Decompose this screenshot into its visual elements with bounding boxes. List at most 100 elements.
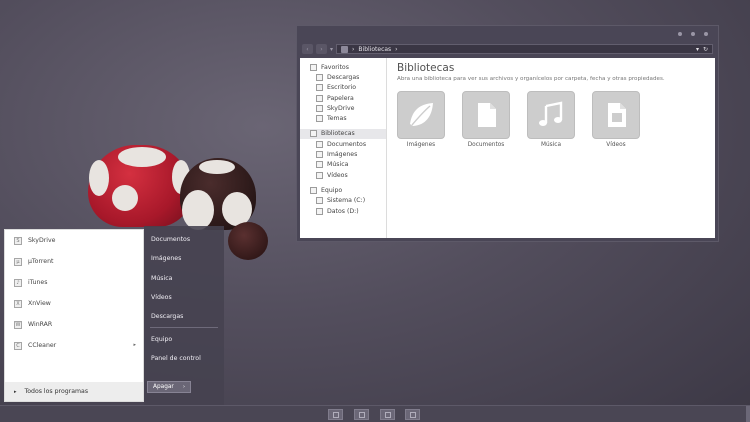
submenu-arrow-icon: ▸ bbox=[133, 342, 136, 348]
nav-item-skydrive[interactable]: SkyDrive bbox=[300, 103, 386, 113]
divider bbox=[150, 327, 218, 329]
all-programs-button[interactable]: ▸ Todos los programas bbox=[5, 382, 143, 401]
taskbar-explorer-button[interactable] bbox=[354, 409, 369, 420]
program-ccleaner[interactable]: C CCleaner ▸ bbox=[5, 335, 143, 356]
place-musica[interactable]: Música bbox=[144, 269, 224, 288]
app-icon bbox=[384, 411, 391, 418]
cloud-icon bbox=[316, 104, 323, 112]
leaf-image-icon bbox=[397, 91, 445, 139]
start-icon bbox=[332, 411, 339, 418]
history-chevron-icon[interactable]: ▾ bbox=[330, 46, 333, 53]
navigation-bar: ‹ › ▾ › Bibliotecas › ▾ ↻ bbox=[297, 42, 718, 56]
program-utorrent[interactable]: µ µTorrent bbox=[5, 251, 143, 272]
place-imagenes[interactable]: Imágenes bbox=[144, 249, 224, 268]
nav-item-imagenes[interactable]: Imágenes bbox=[300, 149, 386, 159]
themes-icon bbox=[316, 115, 323, 123]
nav-item-documentos[interactable]: Documentos bbox=[300, 139, 386, 149]
library-music[interactable]: Música bbox=[527, 91, 575, 148]
start-places-panel: Documentos Imágenes Música Vídeos Descar… bbox=[144, 226, 224, 405]
title-bar[interactable] bbox=[297, 26, 718, 42]
taskbar-start-button[interactable] bbox=[328, 409, 343, 420]
nav-item-descargas[interactable]: Descargas bbox=[300, 72, 386, 82]
place-descargas[interactable]: Descargas bbox=[144, 307, 224, 326]
content-pane: Bibliotecas Abra una biblioteca para ver… bbox=[387, 58, 715, 238]
ccleaner-icon: C bbox=[14, 341, 22, 350]
mushroom-spot bbox=[112, 185, 138, 211]
dark-ball bbox=[228, 222, 268, 260]
music-note-icon bbox=[527, 91, 575, 139]
library-documents[interactable]: Documentos bbox=[462, 91, 510, 148]
shutdown-button[interactable]: Apagar › bbox=[147, 381, 191, 393]
mushroom-spot bbox=[118, 147, 166, 167]
desktop-icon bbox=[316, 84, 323, 92]
nav-item-temas[interactable]: Temas bbox=[300, 113, 386, 123]
taskbar-media-button[interactable] bbox=[405, 409, 420, 420]
drive-icon bbox=[316, 197, 323, 205]
breadcrumb-separator-icon: › bbox=[395, 45, 398, 53]
start-menu: S SkyDrive µ µTorrent ♪ iTunes X XnView W Win… bbox=[2, 226, 224, 405]
navigation-pane: Favoritos Descargas Escritorio Papelera … bbox=[300, 58, 387, 238]
explorer-window[interactable]: ‹ › ▾ › Bibliotecas › ▾ ↻ Favoritos Desc… bbox=[296, 25, 719, 242]
library-icon bbox=[310, 130, 317, 138]
nav-libraries[interactable]: Bibliotecas bbox=[300, 128, 386, 140]
nav-favorites[interactable]: Favoritos bbox=[300, 62, 386, 72]
start-programs-panel: S SkyDrive µ µTorrent ♪ iTunes X XnView W Win… bbox=[4, 229, 144, 402]
nav-item-drive-d[interactable]: Datos (D:) bbox=[300, 206, 386, 216]
video-icon bbox=[316, 171, 323, 179]
winrar-icon: W bbox=[14, 320, 22, 329]
nav-computer[interactable]: Equipo bbox=[300, 185, 386, 195]
music-icon bbox=[316, 161, 323, 169]
nav-item-videos[interactable]: Vídeos bbox=[300, 170, 386, 180]
drive-icon bbox=[316, 207, 323, 215]
arrow-right-icon[interactable]: › bbox=[183, 384, 185, 390]
film-icon bbox=[592, 91, 640, 139]
library-images[interactable]: Imágenes bbox=[397, 91, 445, 148]
place-equipo[interactable]: Equipo bbox=[144, 329, 224, 348]
minimize-button[interactable] bbox=[678, 32, 682, 36]
nav-item-musica[interactable]: Música bbox=[300, 160, 386, 170]
place-videos[interactable]: Vídeos bbox=[144, 288, 224, 307]
itunes-icon: ♪ bbox=[14, 278, 22, 287]
nav-item-drive-c[interactable]: Sistema (C:) bbox=[300, 196, 386, 206]
library-grid: Imágenes Documentos Música Vídeos bbox=[397, 91, 705, 148]
maximize-button[interactable] bbox=[691, 32, 695, 36]
taskbar-app-button[interactable] bbox=[380, 409, 395, 420]
program-winrar[interactable]: W WinRAR bbox=[5, 314, 143, 335]
mushroom-spot bbox=[182, 190, 214, 230]
mushroom-spot bbox=[199, 160, 235, 174]
address-bar[interactable]: › Bibliotecas › ▾ ↻ bbox=[336, 44, 713, 54]
program-itunes[interactable]: ♪ iTunes bbox=[5, 272, 143, 293]
show-desktop-button[interactable] bbox=[746, 406, 750, 422]
arrow-left-icon: ‹ bbox=[306, 45, 309, 53]
back-button[interactable]: ‹ bbox=[302, 44, 313, 54]
breadcrumb-separator-icon: › bbox=[352, 45, 355, 53]
forward-button[interactable]: › bbox=[316, 44, 327, 54]
place-documentos[interactable]: Documentos bbox=[144, 230, 224, 249]
folder-icon bbox=[358, 411, 365, 418]
program-skydrive[interactable]: S SkyDrive bbox=[5, 230, 143, 251]
refresh-icon[interactable]: ↻ bbox=[703, 46, 708, 53]
close-button[interactable] bbox=[704, 32, 708, 36]
computer-icon bbox=[310, 186, 317, 194]
xnview-icon: X bbox=[14, 299, 22, 308]
program-xnview[interactable]: X XnView bbox=[5, 293, 143, 314]
trash-icon bbox=[316, 94, 323, 102]
nav-item-papelera[interactable]: Papelera bbox=[300, 93, 386, 103]
place-panel-de-control[interactable]: Panel de control bbox=[144, 349, 224, 368]
star-icon bbox=[310, 63, 317, 71]
arrow-right-icon: › bbox=[320, 45, 323, 53]
mushroom-spot bbox=[222, 192, 252, 226]
utorrent-icon: µ bbox=[14, 257, 22, 266]
document-icon bbox=[316, 140, 323, 148]
mushroom-spot bbox=[89, 160, 109, 196]
address-dropdown-icon[interactable]: ▾ bbox=[696, 46, 699, 53]
library-videos[interactable]: Vídeos bbox=[592, 91, 640, 148]
address-path[interactable]: Bibliotecas bbox=[358, 46, 391, 53]
arrow-right-icon: ▸ bbox=[14, 388, 17, 395]
nav-item-escritorio[interactable]: Escritorio bbox=[300, 83, 386, 93]
skydrive-icon: S bbox=[14, 236, 22, 245]
image-icon bbox=[316, 151, 323, 159]
library-icon bbox=[341, 45, 349, 53]
page-description: Abra una biblioteca para ver sus archivo… bbox=[397, 76, 665, 82]
taskbar bbox=[0, 405, 750, 422]
